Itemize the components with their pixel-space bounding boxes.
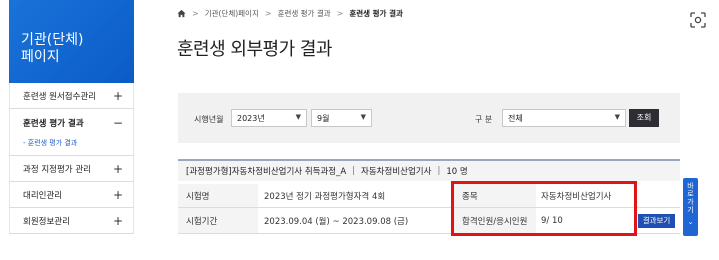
sidebar-title-line1: 기관(단체) — [21, 32, 84, 48]
course-count: 10 명 — [446, 167, 468, 177]
divider: | — [352, 166, 356, 176]
sidebar-item-agent[interactable]: 대리인관리 + — [9, 182, 134, 208]
search-panel: 시행년월 2023년 ▼ 9월 ▼ 구 분 전체 ▼ 조회 — [178, 93, 680, 143]
table-row: 시험기간 2023.09.04 (월) ~ 2023.09.08 (금) 합격인… — [178, 208, 680, 234]
chevron-down-icon: ▼ — [360, 113, 366, 121]
field-label: 종목 — [454, 184, 536, 207]
breadcrumb-separator: > — [264, 9, 272, 18]
breadcrumb-separator: > — [192, 9, 199, 18]
table-row: 시험명 2023년 정기 과정평가형자격 4회 종목 자동차정비산업기사 — [178, 184, 680, 208]
course-header: [과정평가형]자동차정비산업기사 취득과정_A | 자동차정비산업기사 | 10… — [178, 159, 680, 181]
collapse-icon: − — [112, 115, 123, 130]
chevron-down-icon: ▼ — [295, 113, 301, 121]
chevron-down-icon: ▼ — [614, 113, 620, 121]
quick-nav-label: 바 — [687, 182, 694, 190]
view-result-button[interactable]: 결과보기 — [638, 214, 675, 228]
quick-nav-label: 로 — [687, 190, 694, 198]
quick-nav-panel[interactable]: 바 로 가 기 ⌄ — [683, 178, 698, 236]
sidebar-title-line2: 페이지 — [21, 49, 60, 65]
month-select-value: 9월 — [317, 114, 330, 123]
sidebar-header: 기관(단체) 페이지 — [9, 0, 134, 83]
exam-date-label: 시행년월 — [194, 115, 224, 124]
pass-count-label: 합격인원/응시인원 — [454, 208, 536, 233]
sidebar-item-label: 훈련생 평가 결과 — [23, 118, 84, 129]
month-select[interactable]: 9월 ▼ — [311, 109, 372, 127]
sidebar-item-label: 회원정보관리 — [23, 216, 70, 227]
sidebar-item-application[interactable]: 훈련생 원서접수관리 + — [9, 83, 134, 109]
field-value: 자동차정비산업기사 — [541, 191, 612, 202]
exam-name-label: 시험명 — [178, 184, 258, 207]
sidebar-item-evaluation-result[interactable]: 훈련생 평가 결과 − — [9, 109, 134, 136]
type-select[interactable]: 전체 ▼ — [502, 109, 626, 127]
type-label: 구 분 — [475, 115, 493, 124]
course-name: [과정평가형]자동차정비산업기사 취득과정_A — [186, 167, 347, 177]
expand-icon: + — [112, 213, 123, 228]
chevron-down-icon: ⌄ — [687, 218, 694, 226]
breadcrumb-item[interactable]: 기관(단체)페이지 — [205, 8, 259, 19]
search-button[interactable]: 조회 — [629, 109, 659, 127]
expand-icon: + — [112, 161, 123, 176]
breadcrumb-current: 훈련생 평가 결과 — [349, 9, 403, 18]
quick-nav-label: 가 — [687, 198, 694, 206]
page-title: 훈련생 외부평가 결과 — [177, 39, 332, 60]
exam-name-value: 2023년 정기 과정평가형자격 4회 — [264, 191, 386, 202]
sidebar-item-member-info[interactable]: 회원정보관리 + — [9, 208, 134, 234]
home-icon[interactable] — [177, 9, 186, 18]
sidebar-subitem-evaluation-result[interactable]: - 훈련생 평가 결과 — [9, 136, 134, 156]
sidebar-subitem-label: - 훈련생 평가 결과 — [23, 139, 78, 147]
sidebar-item-label: 과정 지정평가 관리 — [23, 164, 91, 175]
lens-icon[interactable] — [688, 10, 708, 30]
quick-nav-label: 기 — [687, 206, 694, 214]
sidebar-menu: 훈련생 원서접수관리 + 훈련생 평가 결과 − - 훈련생 평가 결과 과정 … — [9, 83, 134, 234]
expand-icon: + — [112, 88, 123, 103]
breadcrumb: > 기관(단체)페이지 > 훈련생 평가 결과 > 훈련생 평가 결과 — [177, 8, 403, 19]
breadcrumb-item[interactable]: 훈련생 평가 결과 — [278, 8, 331, 19]
breadcrumb-separator: > — [336, 9, 344, 18]
sidebar-item-label: 훈련생 원서접수관리 — [23, 91, 97, 102]
year-select[interactable]: 2023년 ▼ — [231, 109, 307, 127]
year-select-value: 2023년 — [237, 114, 265, 123]
course-subject: 자동차정비산업기사 — [361, 167, 432, 177]
divider: | — [437, 166, 441, 176]
exam-period-label: 시험기간 — [178, 208, 258, 233]
sidebar-item-course-designation[interactable]: 과정 지정평가 관리 + — [9, 156, 134, 182]
exam-period-value: 2023.09.04 (월) ~ 2023.09.08 (금) — [264, 216, 409, 227]
expand-icon: + — [112, 187, 123, 202]
pass-count-value: 9/ 10 — [541, 215, 563, 226]
type-select-value: 전체 — [508, 114, 523, 123]
sidebar-item-label: 대리인관리 — [23, 190, 63, 201]
